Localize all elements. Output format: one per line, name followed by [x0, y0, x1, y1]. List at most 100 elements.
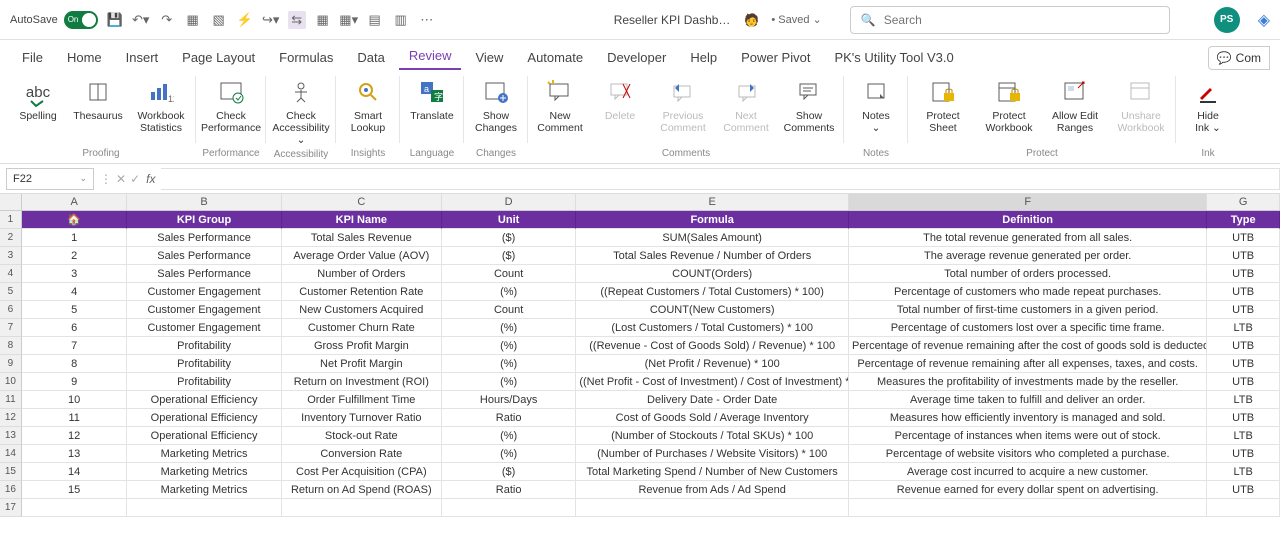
cell[interactable]: Count [442, 301, 576, 319]
name-box[interactable]: F22 ⌄ [6, 168, 94, 190]
cell[interactable]: Percentage of website visitors who compl… [849, 445, 1207, 463]
row-head[interactable]: 10 [0, 373, 22, 391]
formula-input[interactable] [161, 168, 1280, 190]
col-head-B[interactable]: B [127, 194, 281, 210]
cell[interactable]: (%) [442, 445, 576, 463]
cell[interactable]: Delivery Date - Order Date [576, 391, 849, 409]
spreadsheet-grid[interactable]: A B C D E F G 1🏠KPI GroupKPI NameUnitFor… [0, 194, 1280, 517]
cell[interactable]: Ratio [442, 481, 576, 499]
cell[interactable]: (Number of Purchases / Website Visitors)… [576, 445, 849, 463]
save-icon[interactable]: 💾 [106, 11, 124, 29]
cell[interactable]: KPI Group [127, 211, 281, 229]
cell[interactable]: Cost of Goods Sold / Average Inventory [576, 409, 849, 427]
cell[interactable]: Conversion Rate [282, 445, 442, 463]
row-head[interactable]: 5 [0, 283, 22, 301]
cell[interactable]: COUNT(New Customers) [576, 301, 849, 319]
cell[interactable]: UTB [1207, 409, 1280, 427]
col-head-C[interactable]: C [282, 194, 442, 210]
cell[interactable]: ((Repeat Customers / Total Customers) * … [576, 283, 849, 301]
cell[interactable]: 🏠 [22, 211, 128, 229]
cell[interactable]: LTB [1207, 427, 1280, 445]
cell[interactable]: Customer Retention Rate [282, 283, 442, 301]
row-head[interactable]: 17 [0, 499, 22, 517]
qat-icon-2[interactable]: ▧ [210, 11, 228, 29]
cell[interactable]: LTB [1207, 319, 1280, 337]
cell[interactable]: Unit [442, 211, 576, 229]
ribbon-translate-button[interactable]: a字Translate [402, 74, 462, 125]
cell[interactable]: Profitability [127, 355, 281, 373]
cell[interactable]: UTB [1207, 337, 1280, 355]
cell[interactable]: (%) [442, 337, 576, 355]
cell[interactable]: Ratio [442, 409, 576, 427]
ribbon-smart-button[interactable]: SmartLookup [338, 74, 398, 137]
cell[interactable]: Average cost incurred to acquire a new c… [849, 463, 1207, 481]
accept-icon[interactable]: ✓ [130, 172, 140, 186]
col-head-G[interactable]: G [1207, 194, 1280, 210]
tab-pk-s-utility-tool-v3-0[interactable]: PK's Utility Tool V3.0 [824, 45, 963, 70]
cell[interactable]: Number of Orders [282, 265, 442, 283]
cell[interactable]: 7 [22, 337, 128, 355]
qat-more-icon[interactable]: ⋯ [418, 11, 436, 29]
cell[interactable]: 9 [22, 373, 128, 391]
cell[interactable]: New Customers Acquired [282, 301, 442, 319]
cell[interactable]: Gross Profit Margin [282, 337, 442, 355]
comments-button[interactable]: 💬 Com [1208, 46, 1270, 70]
ribbon-workbook-button[interactable]: 123WorkbookStatistics [128, 74, 194, 137]
ribbon-notes-button[interactable]: Notes⌄ [846, 74, 906, 137]
cell[interactable]: Percentage of customers who made repeat … [849, 283, 1207, 301]
cell[interactable]: Operational Efficiency [127, 391, 281, 409]
cell[interactable]: (%) [442, 355, 576, 373]
fx-icon[interactable]: fx [146, 172, 155, 186]
cell[interactable]: (%) [442, 373, 576, 391]
cell[interactable]: KPI Name [282, 211, 442, 229]
cell[interactable]: (%) [442, 319, 576, 337]
cell[interactable]: Operational Efficiency [127, 427, 281, 445]
dots-icon[interactable]: ⋮ [100, 172, 112, 186]
col-head-D[interactable]: D [442, 194, 576, 210]
cell[interactable]: LTB [1207, 463, 1280, 481]
cell[interactable]: 13 [22, 445, 128, 463]
col-head-F[interactable]: F [849, 194, 1207, 210]
cell[interactable]: Customer Engagement [127, 319, 281, 337]
ribbon-show-button[interactable]: ShowChanges [466, 74, 526, 137]
cell[interactable]: (Lost Customers / Total Customers) * 100 [576, 319, 849, 337]
cell[interactable]: ((Net Profit - Cost of Investment) / Cos… [576, 373, 849, 391]
cell[interactable]: Percentage of revenue remaining after al… [849, 355, 1207, 373]
cell[interactable]: Customer Engagement [127, 301, 281, 319]
ribbon-protect-button[interactable]: ProtectWorkbook [976, 74, 1042, 137]
cell[interactable]: 4 [22, 283, 128, 301]
tab-review[interactable]: Review [399, 43, 462, 70]
tab-file[interactable]: File [12, 45, 53, 70]
cell[interactable]: UTB [1207, 373, 1280, 391]
cell[interactable] [1207, 499, 1280, 517]
cell[interactable]: (Number of Stockouts / Total SKUs) * 100 [576, 427, 849, 445]
ribbon-check-button[interactable]: CheckPerformance [198, 74, 264, 137]
cell[interactable]: Return on Ad Spend (ROAS) [282, 481, 442, 499]
document-title[interactable]: Reseller KPI Dashb… [614, 13, 731, 27]
ribbon-thesaurus-button[interactable]: Thesaurus [68, 74, 128, 125]
cell[interactable] [127, 499, 281, 517]
cell[interactable]: Type [1207, 211, 1280, 229]
cell[interactable]: 12 [22, 427, 128, 445]
cancel-icon[interactable]: ✕ [116, 172, 126, 186]
cell[interactable]: Measures the profitability of investment… [849, 373, 1207, 391]
qat-icon-6[interactable]: ▦ [314, 11, 332, 29]
cell[interactable]: Sales Performance [127, 247, 281, 265]
row-head[interactable]: 3 [0, 247, 22, 265]
tab-automate[interactable]: Automate [517, 45, 593, 70]
cell[interactable]: Average time taken to fulfill and delive… [849, 391, 1207, 409]
cell[interactable]: The total revenue generated from all sal… [849, 229, 1207, 247]
avatar[interactable]: PS [1214, 7, 1240, 33]
qat-icon-8[interactable]: ▤ [366, 11, 384, 29]
cell[interactable]: Percentage of customers lost over a spec… [849, 319, 1207, 337]
col-head-A[interactable]: A [22, 194, 128, 210]
tab-insert[interactable]: Insert [116, 45, 169, 70]
cell[interactable]: Marketing Metrics [127, 481, 281, 499]
cell[interactable]: UTB [1207, 247, 1280, 265]
cell[interactable]: Marketing Metrics [127, 463, 281, 481]
row-head[interactable]: 9 [0, 355, 22, 373]
cell[interactable]: Total Sales Revenue / Number of Orders [576, 247, 849, 265]
cell[interactable]: Total Marketing Spend / Number of New Cu… [576, 463, 849, 481]
cell[interactable]: Marketing Metrics [127, 445, 281, 463]
cell[interactable]: Cost Per Acquisition (CPA) [282, 463, 442, 481]
